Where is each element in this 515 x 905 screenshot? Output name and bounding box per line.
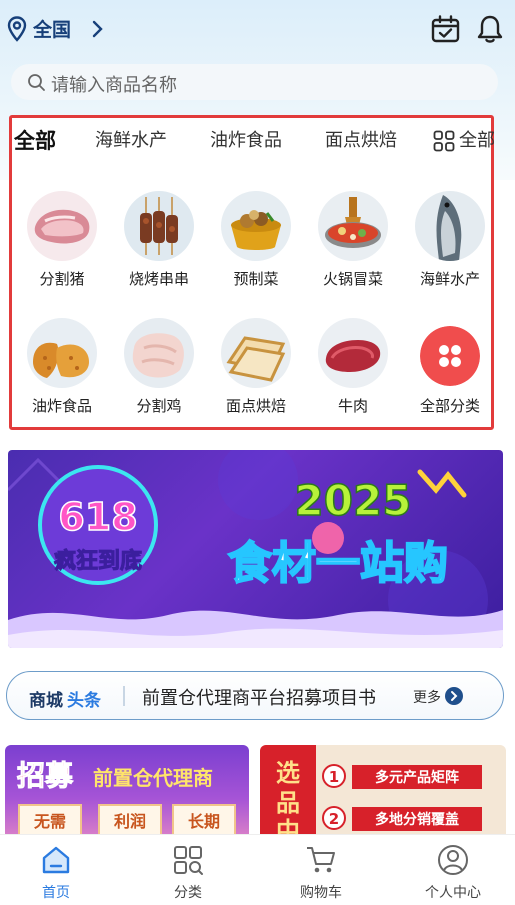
promo-recruit-art: 招募 前置仓代理商 无需 利润 长期	[17, 759, 236, 835]
fish-icon	[415, 191, 485, 261]
bread-icon	[221, 318, 291, 388]
tab-all-categories[interactable]: 全部	[459, 126, 495, 152]
all-categories-icon	[420, 326, 480, 386]
banner-year: 2025	[295, 476, 412, 525]
category-label: 火锅冒菜	[322, 270, 383, 288]
category-beef[interactable]: 牛肉	[305, 318, 401, 428]
tab-label: 首页	[42, 885, 70, 901]
category-panel: 全部 海鲜水产 油炸食品 面点烘焙 全部 分割猪 烧烤串串 预制菜 火锅冒菜 海…	[9, 115, 495, 430]
category-label: 烧烤串串	[128, 270, 189, 288]
search-bar[interactable]: 请输入商品名称	[11, 64, 498, 100]
promo-selection-item: 多元产品矩阵	[375, 769, 459, 786]
location-label[interactable]: 全国	[33, 15, 71, 42]
tab-label: 个人中心	[425, 885, 481, 901]
category-pork[interactable]: 分割猪	[14, 191, 110, 301]
tab-fried-food[interactable]: 油炸食品	[210, 126, 282, 152]
tab-home[interactable]: 首页	[0, 835, 120, 905]
news-tag-mall: 商城	[29, 691, 63, 711]
category-label: 分割鸡	[136, 397, 182, 415]
promo-selection-item: 多地分销覆盖	[375, 811, 459, 828]
news-ticker[interactable]: 商城 头条 前置仓代理商平台招募项目书 更多	[6, 671, 504, 720]
news-divider	[123, 686, 125, 706]
promo-selection-char: 中	[276, 817, 300, 835]
beef-icon	[318, 318, 388, 388]
category-fried-food[interactable]: 油炸食品	[14, 318, 110, 428]
skewers-icon	[124, 191, 194, 261]
tab-seafood[interactable]: 海鲜水产	[95, 126, 167, 152]
tab-cart[interactable]: 购物车	[257, 835, 385, 905]
category-skewers[interactable]: 烧烤串串	[111, 191, 207, 301]
category-label: 油炸食品	[31, 397, 92, 415]
promo-card-selection[interactable]: 选 品 中 1 多元产品矩阵 2 多地分销覆盖	[260, 745, 506, 835]
category-bakery[interactable]: 面点烘焙	[208, 318, 304, 428]
user-icon	[438, 845, 468, 875]
more-arrow-icon[interactable]	[445, 687, 463, 705]
promo-chip: 利润	[114, 812, 146, 831]
tab-all[interactable]: 全部	[14, 125, 56, 155]
promo-selection-char: 品	[276, 789, 300, 817]
category-chicken[interactable]: 分割鸡	[111, 318, 207, 428]
promo-chip: 长期	[188, 812, 220, 831]
category-all[interactable]: 全部分类	[402, 318, 498, 428]
tab-profile[interactable]: 个人中心	[389, 835, 515, 905]
promo-banner-art: 618 疯狂到底 2025 食材一站购	[8, 450, 503, 648]
promo-recruit-subtitle: 前置仓代理商	[93, 766, 213, 790]
category-label: 面点烘焙	[225, 397, 286, 415]
category-label: 分割猪	[39, 270, 85, 288]
category-label: 牛肉	[337, 397, 368, 415]
banner-badge-bottom: 疯狂到底	[54, 548, 142, 574]
location-pin-icon[interactable]	[7, 16, 27, 42]
category-seafood[interactable]: 海鲜水产	[402, 191, 498, 301]
search-placeholder: 请输入商品名称	[51, 75, 177, 96]
banner-badge-top: 618	[58, 495, 137, 539]
category-label: 全部分类	[419, 397, 480, 415]
category-label: 海鲜水产	[419, 270, 480, 288]
news-headline[interactable]: 前置仓代理商平台招募项目书	[142, 684, 376, 710]
promo-selection-num: 1	[329, 768, 339, 786]
category-hotpot[interactable]: 火锅冒菜	[305, 191, 401, 301]
category-label: 预制菜	[233, 270, 279, 288]
hotpot-icon	[318, 191, 388, 261]
promo-selection-art: 选 品 中 1 多元产品矩阵 2 多地分销覆盖	[260, 745, 482, 835]
prepared-dish-icon	[221, 191, 291, 261]
home-icon	[42, 846, 70, 874]
category-grid-icon	[174, 846, 203, 875]
pork-icon	[27, 191, 97, 261]
header: 全国	[0, 0, 515, 58]
tab-bakery[interactable]: 面点烘焙	[325, 126, 397, 152]
news-more-link[interactable]: 更多	[413, 687, 441, 707]
search-icon	[28, 74, 45, 91]
shopping-cart-icon	[307, 847, 335, 873]
grid-icon[interactable]	[433, 130, 455, 152]
chevron-right-icon[interactable]	[92, 20, 104, 38]
promo-card-recruit[interactable]: 招募 前置仓代理商 无需 利润 长期	[5, 745, 249, 835]
fried-food-icon	[27, 318, 97, 388]
category-prepared-dishes[interactable]: 预制菜	[208, 191, 304, 301]
tab-label: 购物车	[300, 885, 342, 901]
news-tag-headline: 头条	[67, 691, 101, 711]
notification-bell-icon[interactable]	[476, 14, 504, 44]
promo-banner[interactable]: 618 疯狂到底 2025 食材一站购	[8, 450, 503, 648]
calendar-check-icon[interactable]	[431, 15, 460, 43]
promo-chip: 无需	[33, 812, 66, 831]
category-tabs: 全部 海鲜水产 油炸食品 面点烘焙 全部	[12, 118, 495, 164]
banner-slogan: 食材一站购	[228, 538, 448, 589]
promo-selection-num: 2	[329, 810, 339, 828]
promo-recruit-title: 招募	[17, 759, 74, 792]
bottom-tab-bar: 首页 分类 购物车 个人中心	[0, 834, 515, 905]
tab-label: 分类	[174, 885, 202, 901]
tab-category[interactable]: 分类	[124, 835, 252, 905]
chicken-icon	[124, 318, 194, 388]
promo-selection-char: 选	[276, 759, 300, 787]
